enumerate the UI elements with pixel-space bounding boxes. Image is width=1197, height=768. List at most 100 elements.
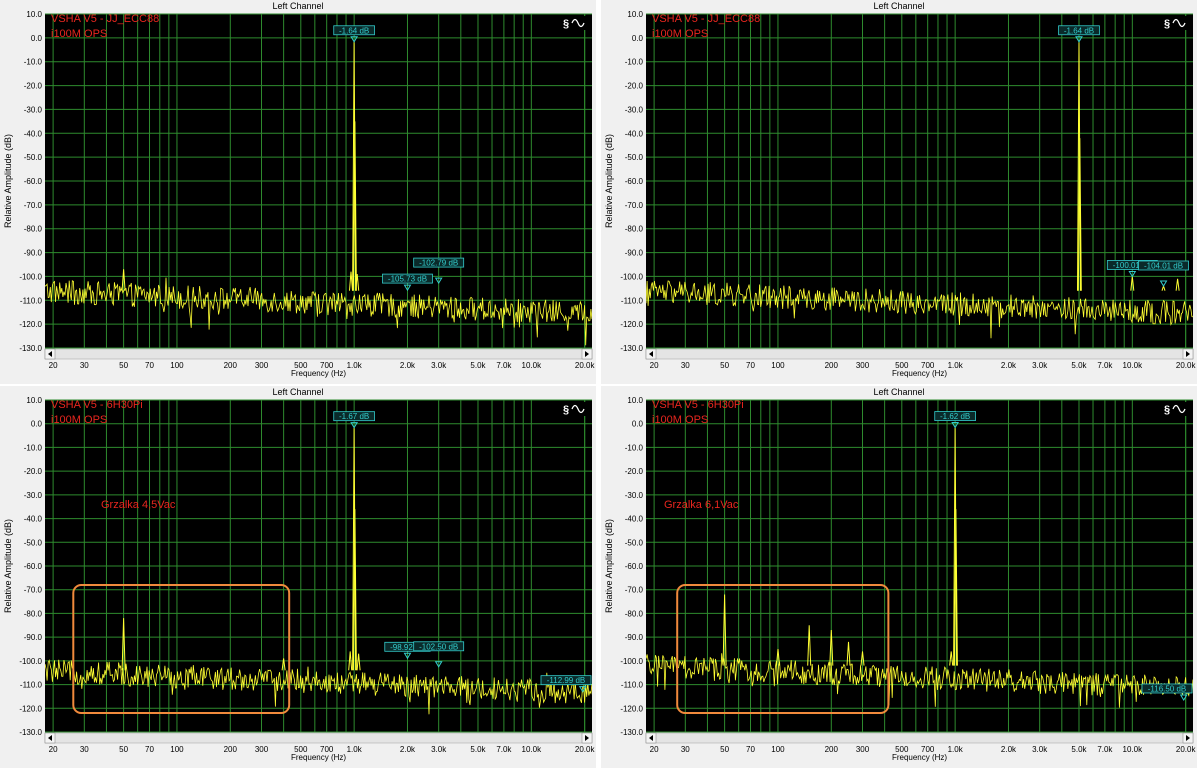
- x-tick-label: 20.0k: [1176, 361, 1197, 370]
- annotation-text: Grzalka 4,5Vac: [101, 499, 176, 511]
- y-tick-label: -50.0: [625, 538, 644, 547]
- x-tick-label: 2.0k: [400, 745, 416, 754]
- x-tick-label: 7.0k: [1097, 361, 1113, 370]
- chart-title: Left Channel: [873, 387, 924, 397]
- chart-title: Left Channel: [272, 387, 323, 397]
- y-tick-label: -30.0: [625, 105, 644, 114]
- y-tick-label: -10.0: [24, 443, 43, 452]
- chart-svg: Left Channel 10.0 0.0 -10.0 -20.0 -30.0 -40.0 -…: [604, 1, 1197, 378]
- y-tick-label: -100.0: [19, 657, 42, 666]
- annotation-text: i100M OPS: [652, 414, 708, 426]
- y-tick-label: -70.0: [625, 586, 644, 595]
- x-tick-label: 20: [49, 745, 58, 754]
- y-tick-label: -40.0: [625, 129, 644, 138]
- y-tick-label: -120.0: [620, 320, 643, 329]
- y-tick-label: -110.0: [20, 681, 43, 690]
- y-tick-label: -30.0: [24, 105, 43, 114]
- x-tick-label: 50: [119, 745, 128, 754]
- x-axis-label: Frequency (Hz): [291, 369, 346, 378]
- y-tick-label: -30.0: [625, 491, 644, 500]
- horizontal-scrollbar[interactable]: [44, 348, 593, 360]
- y-tick-label: -50.0: [24, 153, 43, 162]
- x-tick-label: 5.0k: [1071, 745, 1087, 754]
- x-tick-label: 5.0k: [1071, 361, 1087, 370]
- x-tick-label: 5.0k: [470, 745, 486, 754]
- x-tick-label: 2.0k: [400, 361, 416, 370]
- x-tick-label: 20.0k: [575, 745, 596, 754]
- y-tick-label: 10.0: [627, 10, 643, 19]
- marker-label: -1.62 dB: [940, 412, 970, 421]
- x-tick-label: 7.0k: [496, 745, 512, 754]
- x-tick-label: 2.0k: [1001, 745, 1017, 754]
- sine-wave-icon-glyph: §: [1164, 18, 1170, 30]
- annotation-text: i100M OPS: [51, 28, 107, 40]
- x-tick-label: 300: [856, 745, 870, 754]
- annotation-text: VSHA V5 - 6H30Pi: [652, 399, 744, 411]
- x-tick-label: 20: [650, 361, 659, 370]
- y-tick-label: -110.0: [20, 296, 43, 305]
- y-tick-label: -60.0: [24, 562, 43, 571]
- x-tick-label: 1.0k: [948, 745, 964, 754]
- marker-label: -102.50 dB: [419, 642, 458, 651]
- y-tick-label: -40.0: [24, 515, 43, 524]
- annotation-text: VSHA V5 - 6H30Pi: [51, 399, 143, 411]
- sine-wave-icon-glyph: §: [1164, 404, 1170, 416]
- x-tick-label: 50: [720, 745, 729, 754]
- y-tick-label: 0.0: [632, 420, 644, 429]
- y-tick-label: 10.0: [627, 396, 643, 405]
- x-tick-label: 100: [170, 745, 184, 754]
- x-tick-label: 1.0k: [347, 361, 363, 370]
- x-tick-label: 20.0k: [575, 361, 596, 370]
- y-tick-label: -60.0: [24, 177, 43, 186]
- y-tick-label: -10.0: [24, 58, 43, 67]
- y-tick-label: -130.0: [620, 728, 643, 737]
- x-tick-label: 1.0k: [948, 361, 964, 370]
- annotation-text: VSHA V5 - JJ_ECC88: [652, 13, 760, 25]
- x-tick-label: 20: [49, 361, 58, 370]
- horizontal-scrollbar[interactable]: [44, 732, 593, 744]
- chart-svg: Left Channel 10.0 0.0 -10.0 -20.0 -30.0 -40.0 -…: [3, 1, 596, 378]
- x-tick-label: 1.0k: [347, 745, 363, 754]
- x-tick-label: 200: [825, 361, 839, 370]
- y-tick-label: -80.0: [625, 609, 644, 618]
- y-tick-label: -110.0: [621, 296, 644, 305]
- y-tick-label: 0.0: [31, 34, 43, 43]
- x-tick-label: 100: [771, 745, 785, 754]
- x-tick-label: 30: [681, 361, 690, 370]
- y-tick-label: -10.0: [625, 443, 644, 452]
- annotation-text: i100M OPS: [652, 28, 708, 40]
- x-tick-label: 3.0k: [431, 361, 447, 370]
- marker-label: -1.64 dB: [339, 26, 369, 35]
- x-tick-label: 100: [771, 361, 785, 370]
- y-tick-label: -10.0: [625, 58, 644, 67]
- y-tick-label: 10.0: [26, 396, 42, 405]
- x-tick-label: 20.0k: [1176, 745, 1197, 754]
- y-tick-label: -60.0: [625, 562, 644, 571]
- x-axis-label: Frequency (Hz): [892, 369, 947, 378]
- marker-label: -102.79 dB: [419, 259, 458, 268]
- chart-svg: Left Channel 10.0 0.0 -10.0 -20.0 -30.0 -40.0 -…: [604, 387, 1197, 762]
- y-tick-label: -120.0: [19, 320, 42, 329]
- y-tick-label: -120.0: [620, 704, 643, 713]
- y-tick-label: -50.0: [24, 538, 43, 547]
- horizontal-scrollbar[interactable]: [645, 732, 1194, 744]
- y-axis-label: Relative Amplitude (dB): [604, 519, 614, 613]
- x-tick-label: 10.0k: [522, 361, 543, 370]
- horizontal-scrollbar[interactable]: [645, 348, 1194, 360]
- annotation-text: i100M OPS: [51, 414, 107, 426]
- x-tick-label: 2.0k: [1001, 361, 1017, 370]
- x-tick-label: 3.0k: [1032, 361, 1048, 370]
- x-tick-label: 30: [681, 745, 690, 754]
- y-tick-label: -100.0: [620, 657, 643, 666]
- y-tick-label: -20.0: [625, 82, 644, 91]
- marker-label: -104.01 dB: [1144, 261, 1183, 270]
- y-tick-label: -120.0: [19, 704, 42, 713]
- y-axis-label: Relative Amplitude (dB): [3, 134, 13, 228]
- y-tick-label: -90.0: [24, 249, 43, 258]
- annotation-text: Grzalka 6,1Vac: [664, 499, 739, 511]
- x-tick-label: 300: [856, 361, 870, 370]
- y-tick-label: -90.0: [625, 633, 644, 642]
- chart-svg: Left Channel 10.0 0.0 -10.0 -20.0 -30.0 -40.0 -…: [3, 387, 596, 762]
- x-tick-label: 3.0k: [431, 745, 447, 754]
- y-tick-label: -130.0: [19, 344, 42, 353]
